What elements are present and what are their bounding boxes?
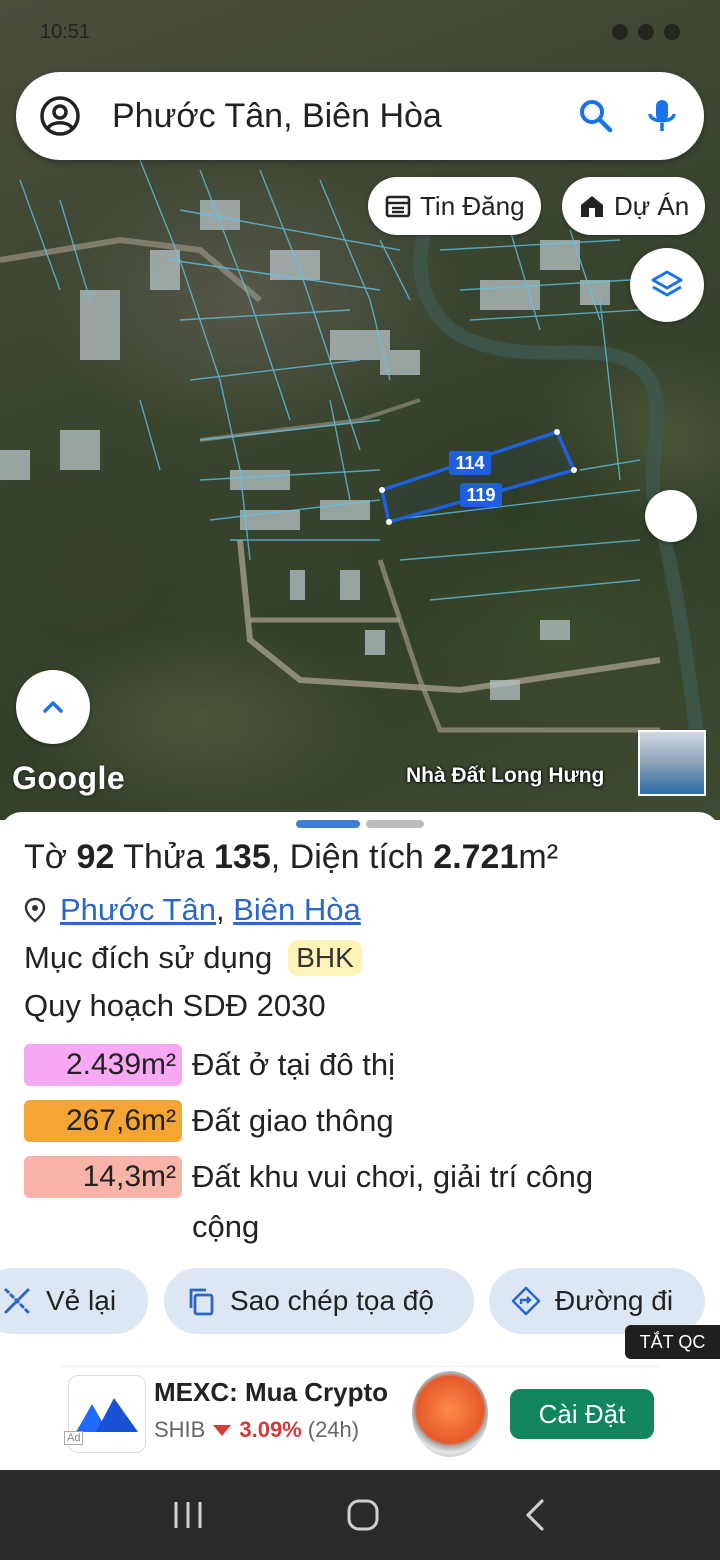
zone-row: 2.439m² Đất ở tại đô thị bbox=[24, 1044, 662, 1090]
system-nav-bar bbox=[0, 1470, 720, 1560]
status-bar: 10:51 bbox=[40, 14, 680, 50]
directions-icon bbox=[511, 1286, 541, 1316]
ad-ticker-row: SHIB 3.09% (24h) bbox=[154, 1417, 359, 1443]
land-use-purpose: Mục đích sử dụng BHK bbox=[24, 940, 362, 976]
close-ads-button[interactable]: TẮT QC bbox=[625, 1325, 720, 1359]
ad-banner[interactable]: Ad MEXC: Mua Crypto SHIB 3.09% (24h) Cài… bbox=[60, 1366, 660, 1460]
copy-coordinates-button[interactable]: Sao chép tọa độ bbox=[164, 1268, 474, 1334]
zone-label: Đất giao thông bbox=[192, 1103, 394, 1138]
back-icon[interactable] bbox=[520, 1497, 550, 1533]
google-logo: Google bbox=[12, 760, 126, 796]
ad-period: (24h) bbox=[307, 1417, 360, 1442]
ward-link[interactable]: Phước Tân bbox=[60, 892, 216, 927]
layers-icon bbox=[651, 270, 683, 297]
map-control-button[interactable] bbox=[645, 490, 697, 542]
handle-inactive bbox=[366, 820, 424, 828]
ad-app-name[interactable]: MEXC: Mua Crypto bbox=[154, 1377, 388, 1408]
purpose-label: Mục đích sử dụng bbox=[24, 940, 273, 975]
projects-chip[interactable]: Dự Án bbox=[562, 177, 706, 235]
layers-button[interactable] bbox=[630, 248, 704, 322]
listings-chip[interactable]: Tin Đăng bbox=[368, 177, 541, 235]
calendar-list-icon bbox=[385, 195, 411, 218]
redraw-button[interactable]: Vẻ lại bbox=[0, 1268, 148, 1334]
expand-up-button[interactable] bbox=[16, 670, 90, 744]
shiba-coin-image bbox=[412, 1371, 488, 1457]
ad-tag: Ad bbox=[64, 1431, 84, 1445]
redraw-icon bbox=[4, 1288, 30, 1314]
sheet-drag-handle[interactable] bbox=[296, 820, 424, 828]
directions-label: Đường đi bbox=[555, 1285, 674, 1316]
search-bar[interactable]: Phước Tân, Biên Hòa bbox=[16, 72, 704, 160]
parcel-edge-label: 119 bbox=[466, 485, 496, 505]
chevron-up-icon bbox=[43, 701, 63, 713]
microphone-icon[interactable] bbox=[642, 96, 682, 136]
recent-apps-icon[interactable] bbox=[170, 1498, 206, 1532]
ad-ticker: SHIB bbox=[154, 1417, 206, 1442]
search-input[interactable]: Phước Tân, Biên Hòa bbox=[112, 97, 550, 136]
zone-label: Đất ở tại đô thị bbox=[192, 1047, 395, 1082]
ad-change: 3.09% bbox=[239, 1417, 302, 1442]
map-view[interactable]: 114 119 10:51 Phước Tân, Biên Hòa Tin Đă… bbox=[0, 0, 720, 820]
location-pin-icon bbox=[24, 897, 46, 923]
parcel-address: Phước Tân, Biên Hòa bbox=[24, 892, 361, 928]
zone-area: 14,3m² bbox=[24, 1156, 182, 1198]
parcel-edge-label: 114 bbox=[455, 453, 485, 473]
zone-row: 267,6m² Đất giao thông bbox=[24, 1100, 662, 1146]
home-icon[interactable] bbox=[345, 1497, 381, 1533]
battery-icon bbox=[664, 24, 680, 40]
mexc-logo-icon bbox=[76, 1398, 138, 1432]
district-link[interactable]: Biên Hòa bbox=[233, 892, 361, 927]
map-ad-thumbnail[interactable] bbox=[638, 730, 706, 796]
parcel-title: Tờ 92 Thửa 135, Diện tích 2.721m² bbox=[24, 838, 559, 876]
projects-chip-label: Dự Án bbox=[614, 190, 690, 221]
copy-coordinates-label: Sao chép tọa độ bbox=[230, 1285, 434, 1316]
zone-label: Đất khu vui chơi, giải trí công cộng bbox=[192, 1159, 594, 1244]
house-icon bbox=[581, 196, 603, 217]
listings-chip-label: Tin Đăng bbox=[420, 190, 525, 221]
redraw-label: Vẻ lại bbox=[46, 1285, 117, 1316]
location-icon bbox=[612, 24, 628, 40]
action-row: Vẻ lại Sao chép tọa độ Đường đi bbox=[0, 1268, 720, 1336]
zone-row: 14,3m² Đất khu vui chơi, giải trí công c… bbox=[24, 1156, 662, 1252]
zone-area: 267,6m² bbox=[24, 1100, 182, 1142]
down-triangle-icon bbox=[213, 1425, 232, 1436]
account-icon[interactable] bbox=[38, 94, 82, 138]
search-icon[interactable] bbox=[576, 96, 616, 136]
wifi-icon bbox=[638, 24, 654, 40]
copy-icon bbox=[189, 1288, 214, 1316]
zone-area: 2.439m² bbox=[24, 1044, 182, 1086]
plan-title: Quy hoạch SDĐ 2030 bbox=[24, 988, 326, 1023]
status-time: 10:51 bbox=[40, 20, 91, 43]
purpose-code-badge: BHK bbox=[288, 940, 362, 976]
install-button[interactable]: Cài Đặt bbox=[510, 1389, 654, 1439]
map-ad-caption[interactable]: Nhà Đất Long Hưng bbox=[406, 764, 604, 788]
handle-active bbox=[296, 820, 360, 828]
